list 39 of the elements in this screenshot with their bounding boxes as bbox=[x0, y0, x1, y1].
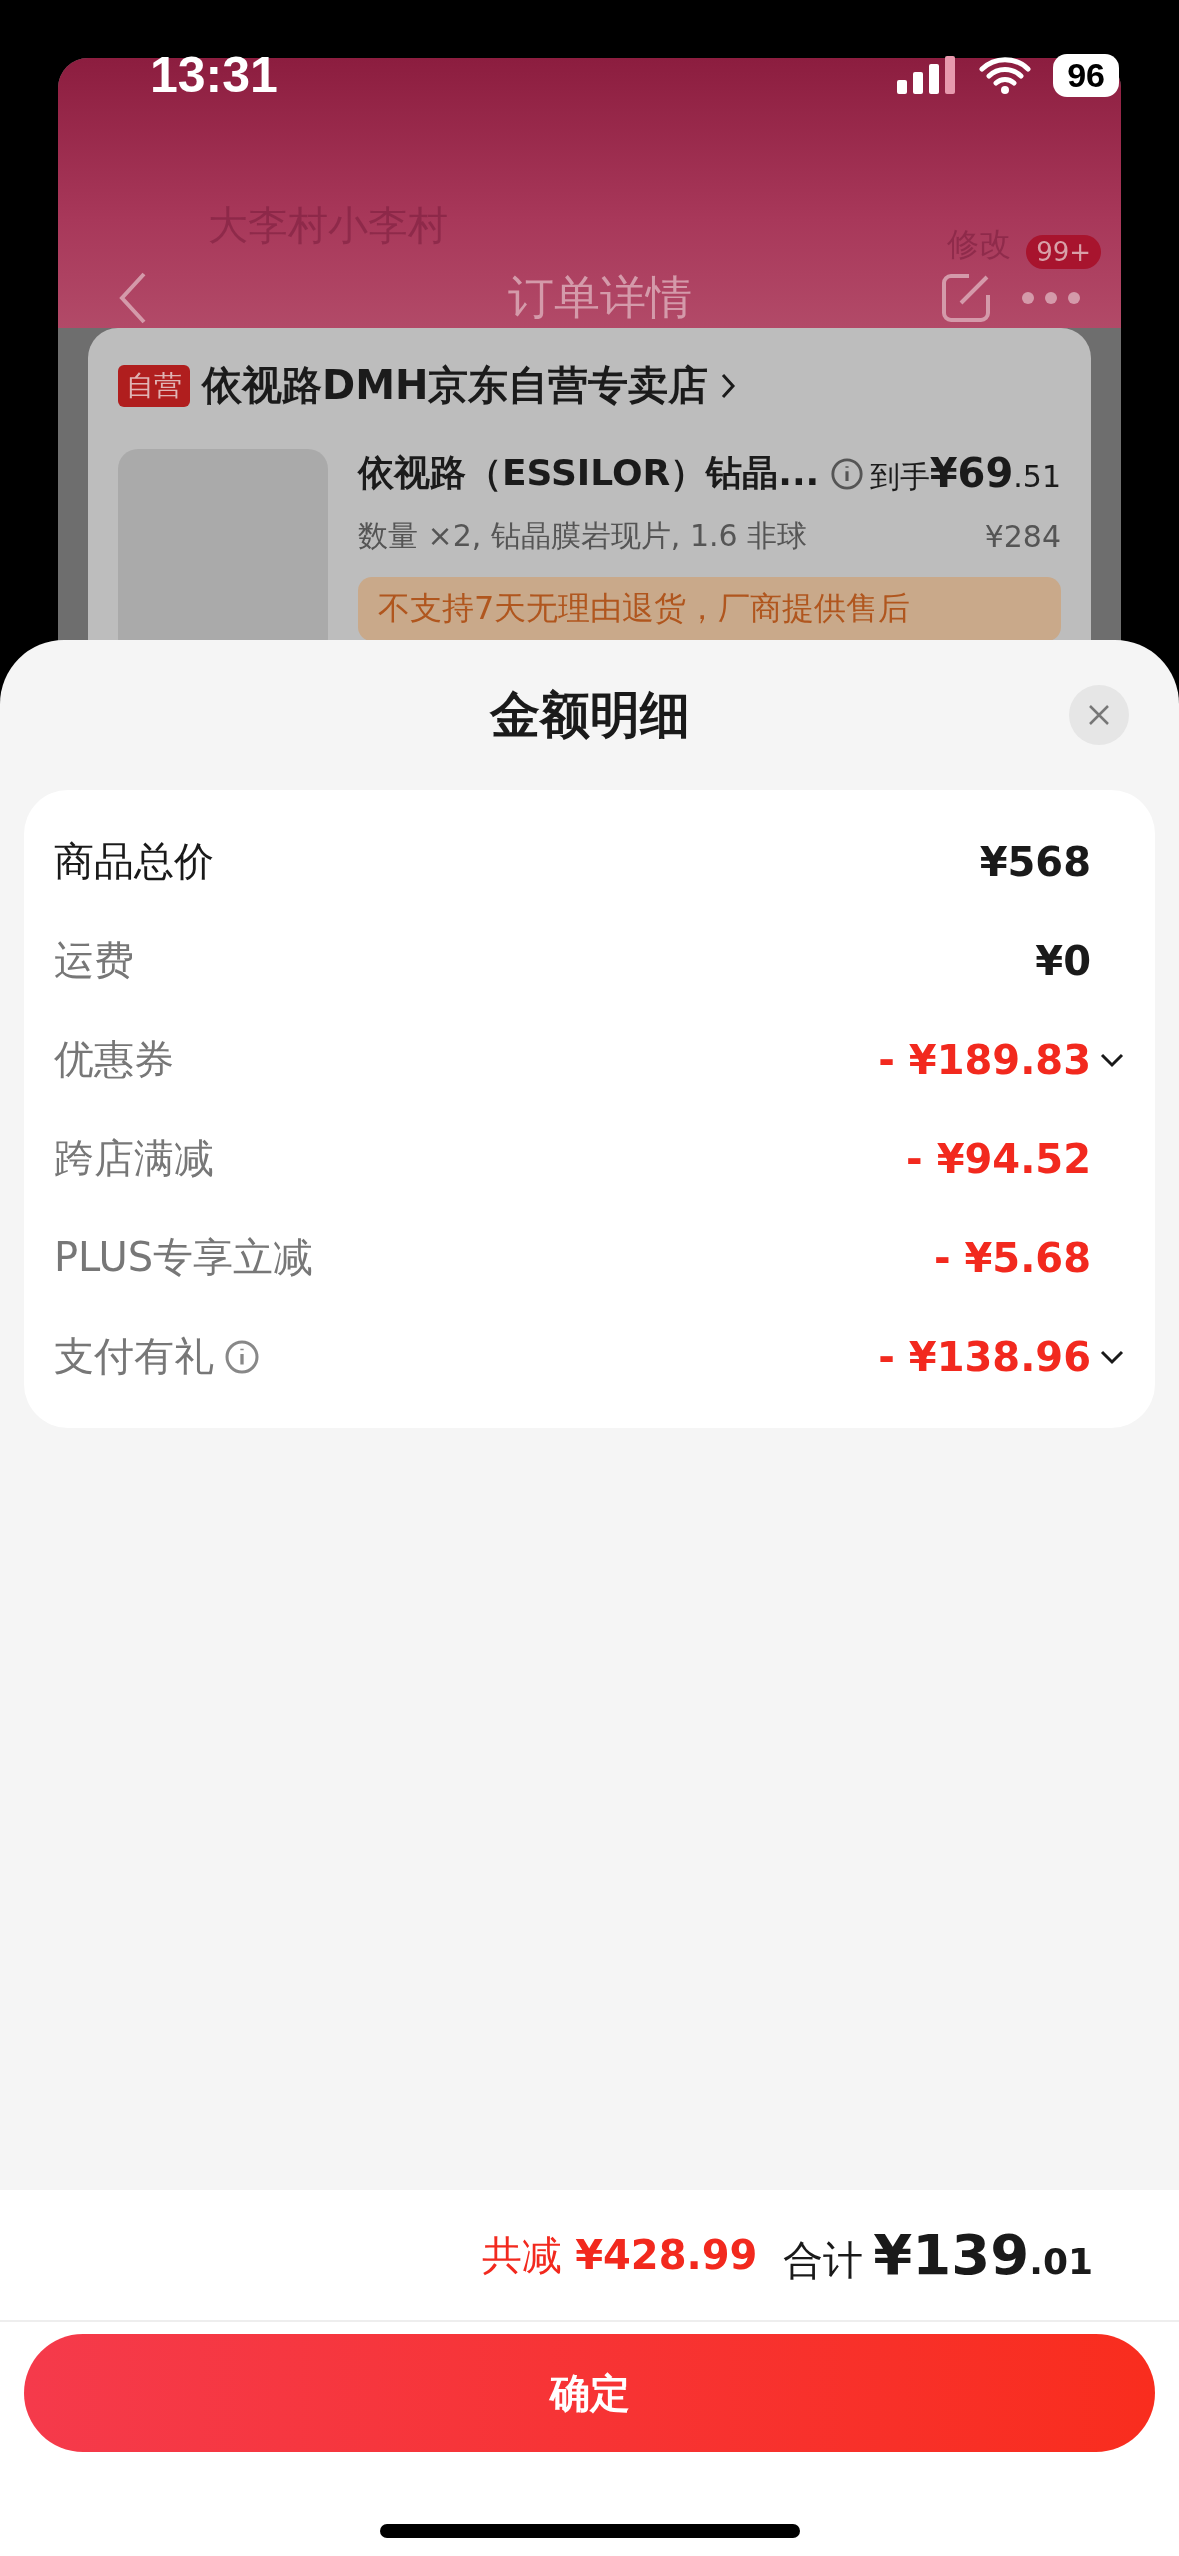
back-icon[interactable] bbox=[118, 271, 148, 325]
product-title: 依视路（ESSILOR）钻晶... bbox=[358, 451, 820, 495]
original-price: ¥284 bbox=[984, 519, 1061, 554]
amount-value: ¥0 bbox=[1035, 937, 1091, 984]
amount-label: 商品总价 bbox=[54, 837, 214, 886]
chevron-down-icon[interactable] bbox=[1099, 1051, 1125, 1068]
total-amount: ¥139.01 bbox=[873, 2222, 1093, 2287]
product-spec: 数量 ×2, 钻晶膜岩现片, 1.6 非球 bbox=[358, 517, 808, 555]
final-price: 到手¥69.51 bbox=[869, 449, 1061, 498]
wifi-icon bbox=[979, 56, 1032, 94]
chevron-right-icon bbox=[720, 371, 737, 400]
chevron-down-icon[interactable] bbox=[1099, 1348, 1125, 1365]
self-operated-tag: 自营 bbox=[118, 364, 190, 407]
battery-level: 96 bbox=[1053, 53, 1119, 97]
amount-value: - ¥189.83 bbox=[878, 1036, 1091, 1083]
close-icon bbox=[1087, 703, 1111, 727]
amount-value: - ¥138.96 bbox=[878, 1333, 1091, 1380]
amount-value: - ¥94.52 bbox=[906, 1135, 1091, 1182]
info-icon[interactable] bbox=[224, 1338, 260, 1375]
amount-label: 支付有礼 bbox=[54, 1332, 214, 1381]
confirm-button[interactable]: 确定 bbox=[24, 2334, 1155, 2452]
info-icon[interactable] bbox=[829, 456, 864, 491]
return-notice[interactable]: 不支持7天无理由退货，厂商提供售后 bbox=[358, 577, 1061, 641]
total-reduction: 共减 ¥428.99 bbox=[482, 2230, 758, 2280]
total-label: 合计 bbox=[783, 2236, 864, 2285]
page-title: 订单详情 bbox=[507, 269, 692, 326]
amount-label: 运费 bbox=[54, 936, 134, 985]
amount-label: 优惠券 bbox=[54, 1035, 174, 1084]
amount-label: 跨店满减 bbox=[54, 1134, 214, 1183]
amount-label: PLUS专享立减 bbox=[54, 1233, 314, 1282]
more-icon[interactable] bbox=[1021, 291, 1081, 305]
share-icon[interactable] bbox=[941, 273, 991, 323]
sheet-title: 金额明细 bbox=[489, 684, 690, 746]
shop-name[interactable]: 依视路DMH京东自营专卖店 bbox=[202, 358, 709, 413]
status-time: 13:31 bbox=[150, 46, 278, 104]
signal-icon bbox=[897, 56, 958, 94]
amount-value: - ¥5.68 bbox=[933, 1234, 1091, 1281]
amount-value: ¥568 bbox=[979, 838, 1091, 885]
notification-badge: 99+ bbox=[1026, 235, 1101, 269]
